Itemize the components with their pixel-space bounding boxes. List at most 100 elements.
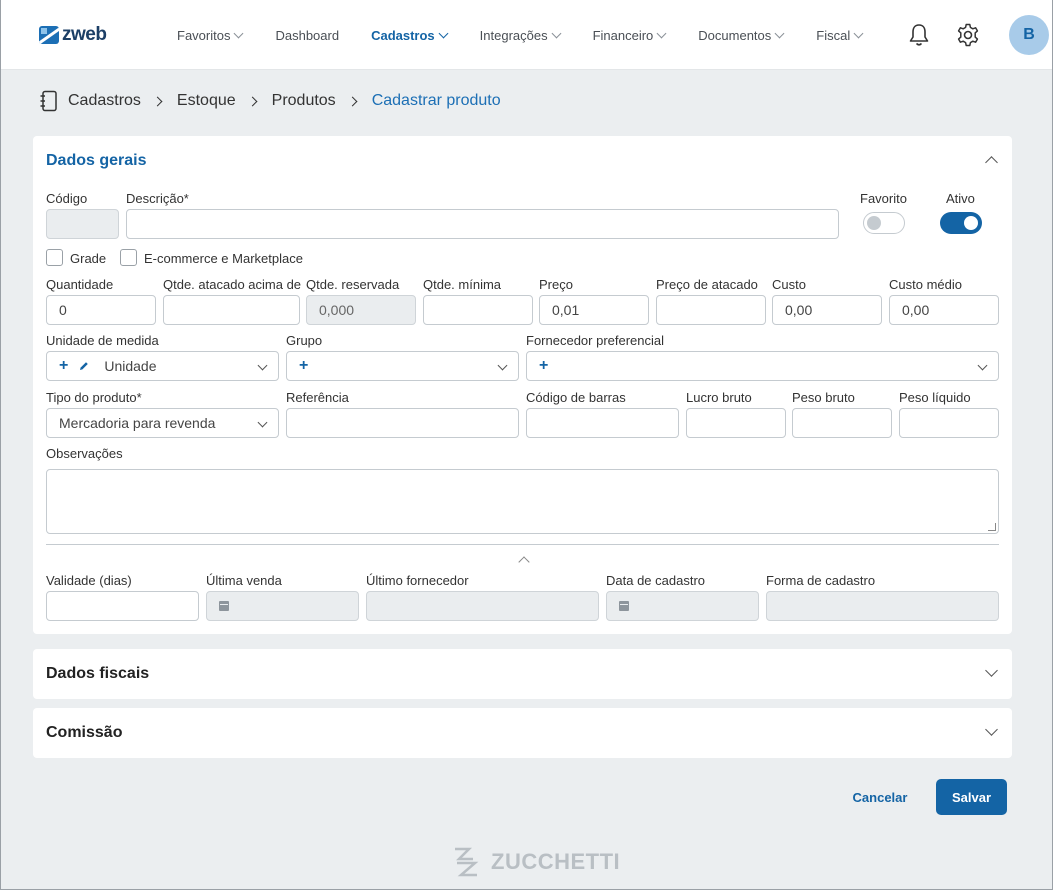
chevron-down-icon [977,360,988,371]
tipo-produto-select[interactable]: Mercadoria para revenda [46,408,279,438]
codigo-label: Código [46,191,88,206]
main-nav: Favoritos Dashboard Cadastros Integraçõe… [177,0,895,70]
bell-icon[interactable] [906,22,932,48]
qtde-minima-field[interactable] [423,295,533,325]
ativo-toggle[interactable] [940,212,982,234]
chevron-down-icon [257,360,268,371]
referencia-label: Referência [286,390,349,405]
preco-atacado-label: Preço de atacado [656,277,758,292]
chevron-up-icon[interactable] [985,156,998,169]
avatar[interactable]: B [1009,15,1049,55]
app-logo[interactable]: zweb [39,24,107,46]
cancel-button[interactable]: Cancelar [841,780,919,814]
forma-cadastro-label: Forma de cadastro [766,573,876,588]
preco-atacado-field[interactable] [656,295,766,325]
plus-icon[interactable]: + [539,357,548,375]
breadcrumb-cadastros[interactable]: Cadastros [68,92,141,110]
chevron-down-icon [656,28,667,38]
chevron-right-icon [152,96,163,106]
peso-bruto-label: Peso bruto [792,390,855,405]
pencil-icon[interactable] [78,360,90,372]
referencia-field[interactable] [286,408,519,438]
forma-cadastro-field [766,591,999,621]
nav-documentos[interactable]: Documentos [698,28,785,43]
ecommerce-checkbox[interactable] [120,249,137,266]
grade-checkbox[interactable] [46,249,63,266]
qtde-reservada-field: 0,000 [306,295,416,325]
notebook-icon [40,90,57,112]
codigo-field [46,209,119,239]
logo-icon [39,26,59,44]
peso-liquido-field[interactable] [899,408,999,438]
gear-icon[interactable] [955,22,981,48]
quantidade-field[interactable]: 0 [46,295,156,325]
validade-field[interactable] [46,591,199,621]
chevron-down-icon[interactable] [985,723,998,736]
nav-favoritos[interactable]: Favoritos [177,28,244,43]
codigo-barras-field[interactable] [526,408,679,438]
chevron-down-icon [234,28,244,38]
dados-gerais-title[interactable]: Dados gerais [46,152,146,170]
peso-bruto-field[interactable] [792,408,892,438]
ecommerce-label: E-commerce e Marketplace [144,251,303,266]
codigo-barras-label: Código de barras [526,390,626,405]
top-navbar: zweb Favoritos Dashboard Cadastros Integ… [1,0,1052,70]
breadcrumb-produtos[interactable]: Produtos [272,92,336,110]
observacoes-textarea[interactable] [46,469,999,534]
nav-financeiro[interactable]: Financeiro [593,28,667,43]
nav-fiscal[interactable]: Fiscal [816,28,864,43]
favorito-toggle[interactable] [863,212,905,234]
unidade-select[interactable]: + Unidade [46,351,279,381]
ultima-venda-label: Última venda [206,573,282,588]
custo-medio-field[interactable]: 0,00 [889,295,999,325]
unidade-label: Unidade de medida [46,333,159,348]
quantidade-label: Quantidade [46,277,114,292]
custo-field[interactable]: 0,00 [772,295,882,325]
custo-label: Custo [772,277,806,292]
qtde-atacado-field[interactable] [163,295,300,325]
breadcrumb-estoque[interactable]: Estoque [177,92,236,110]
save-button[interactable]: Salvar [936,779,1007,815]
fornecedor-label: Fornecedor preferencial [526,333,665,348]
qtde-atacado-label: Qtde. atacado acima de [163,277,302,292]
validade-label: Validade (dias) [46,573,132,588]
plus-icon[interactable]: + [299,357,308,375]
descricao-field[interactable] [126,209,839,239]
grupo-select[interactable]: + [286,351,519,381]
nav-cadastros[interactable]: Cadastros [371,28,449,43]
tipo-produto-label: Tipo do produto* [46,390,142,405]
ultimo-fornecedor-label: Último fornecedor [366,573,469,588]
chevron-right-icon [247,96,258,106]
nav-dashboard[interactable]: Dashboard [275,28,339,43]
logo-text: zweb [62,24,107,45]
nav-integracoes[interactable]: Integrações [480,28,562,43]
resize-handle-icon[interactable] [988,523,996,531]
chevron-up-icon[interactable] [518,556,530,568]
chevron-down-icon [774,28,785,38]
comissao-card[interactable]: Comissão [33,708,1012,758]
favorito-label: Favorito [860,191,907,206]
fornecedor-select[interactable]: + [526,351,999,381]
lucro-bruto-field[interactable] [686,408,786,438]
data-cadastro-field [606,591,759,621]
custo-medio-label: Custo médio [889,277,962,292]
breadcrumb: Cadastros Estoque Produtos Cadastrar pro… [39,90,501,112]
dados-fiscais-card[interactable]: Dados fiscais [33,649,1012,699]
comissao-title[interactable]: Comissão [46,724,122,742]
dados-gerais-card: Dados gerais Código Descrição* Favorito … [33,136,1012,634]
ativo-label: Ativo [946,191,975,206]
qtde-reservada-label: Qtde. reservada [306,277,400,292]
chevron-down-icon [551,28,562,38]
ultima-venda-field [206,591,359,621]
chevron-down-icon [853,28,864,38]
footer-brand: ZUCCHETTI [491,849,621,874]
plus-icon[interactable]: + [59,357,68,375]
ultimo-fornecedor-field [366,591,599,621]
breadcrumb-current: Cadastrar produto [371,92,501,109]
zucchetti-logo-icon [455,847,479,877]
grupo-label: Grupo [286,333,323,348]
dados-fiscais-title[interactable]: Dados fiscais [46,665,149,683]
preco-field[interactable]: 0,01 [539,295,649,325]
preco-label: Preço [539,277,573,292]
chevron-down-icon[interactable] [985,664,998,677]
